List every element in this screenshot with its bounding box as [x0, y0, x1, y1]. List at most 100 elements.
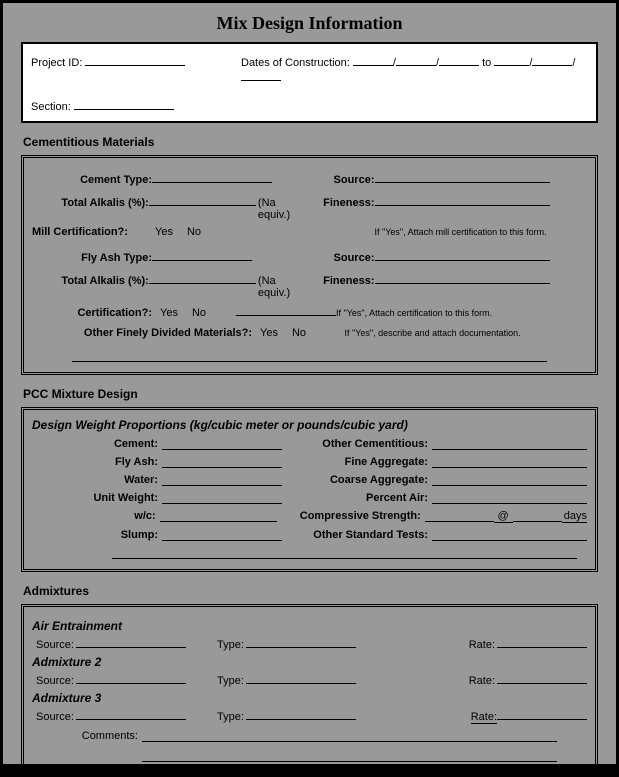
pcc-wc-label: w/c:	[32, 510, 160, 523]
a3-rate-field[interactable]	[497, 708, 587, 720]
cert-note: If "Yes", Attach certification to this f…	[336, 308, 492, 318]
cert-blank[interactable]	[236, 304, 336, 316]
ae-source-label: Source:	[36, 639, 74, 651]
pcc-slump-field[interactable]	[162, 529, 282, 541]
comments-label: Comments:	[32, 730, 142, 742]
fineness-2-label: Fineness:	[310, 275, 375, 287]
pcc-days: days	[562, 510, 587, 523]
a2-type-label: Type:	[217, 675, 244, 687]
cementitious-title: Cementitious Materials	[23, 135, 598, 149]
pcc-title: PCC Mixture Design	[23, 387, 598, 401]
comments-line2[interactable]	[142, 750, 557, 762]
a3-type-field[interactable]	[246, 708, 356, 720]
a2-type-field[interactable]	[246, 672, 356, 684]
section-label: Section:	[31, 101, 71, 113]
form-page: Mix Design Information Project ID: Dates…	[2, 2, 617, 765]
fly-source-label: Source:	[310, 252, 375, 264]
date-to-1[interactable]	[494, 54, 529, 66]
total-alkalis-2-label: Total Alkalis (%):	[32, 275, 149, 287]
other-describe-field[interactable]	[72, 350, 547, 362]
project-id-label: Project ID:	[31, 57, 82, 69]
fly-ash-type-label: Fly Ash Type:	[32, 252, 152, 264]
fineness-2-field[interactable]	[375, 272, 550, 284]
section-field[interactable]	[74, 98, 174, 110]
mill-cert-note: If "Yes", Attach mill certification to t…	[375, 227, 547, 237]
total-alkalis-label: Total Alkalis (%):	[32, 197, 149, 209]
total-alkalis-2-field[interactable]	[149, 272, 256, 284]
a2-rate-field[interactable]	[497, 672, 587, 684]
a2-source-label: Source:	[36, 675, 74, 687]
admixtures-box: Air Entrainment Source: Type: Rate: Admi…	[21, 604, 598, 777]
pcc-wc-field[interactable]	[160, 510, 278, 522]
header-box: Project ID: Dates of Construction: // to…	[21, 42, 598, 123]
pcc-percent-air-label: Percent Air:	[282, 492, 432, 504]
fly-source-field[interactable]	[375, 249, 550, 261]
cert-yes[interactable]: Yes	[160, 307, 178, 319]
pcc-extra-line[interactable]	[112, 547, 577, 559]
a3-rate-label: Rate:	[471, 711, 497, 724]
pcc-box: Design Weight Proportions (kg/cubic mete…	[21, 407, 598, 572]
date-from-2[interactable]	[396, 54, 436, 66]
pcc-fine-aggregate-label: Fine Aggregate:	[282, 456, 432, 468]
other-note: If "Yes", describe and attach documentat…	[345, 328, 521, 338]
total-alkalis-field[interactable]	[149, 194, 256, 206]
pcc-fly-ash-field[interactable]	[162, 456, 282, 468]
ae-rate-label: Rate:	[469, 639, 495, 651]
na-equiv: (Na equiv.)	[258, 197, 310, 221]
pcc-cement-label: Cement:	[32, 438, 162, 450]
ae-source-field[interactable]	[76, 636, 186, 648]
other-yes[interactable]: Yes	[260, 327, 278, 339]
pcc-unit-weight-label: Unit Weight:	[32, 492, 162, 504]
pcc-fine-aggregate-field[interactable]	[432, 456, 587, 468]
admixtures-title: Admixtures	[23, 584, 598, 598]
fineness-label: Fineness:	[310, 197, 375, 209]
ae-rate-field[interactable]	[497, 636, 587, 648]
pcc-other-tests-field[interactable]	[432, 529, 587, 541]
cement-source-field[interactable]	[375, 171, 550, 183]
source-label: Source:	[310, 174, 375, 186]
pcc-percent-air-field[interactable]	[432, 492, 587, 504]
slash: /	[572, 57, 575, 69]
pcc-coarse-aggregate-label: Coarse Aggregate:	[282, 474, 432, 486]
other-finely-label: Other Finely Divided Materials?:	[32, 327, 252, 339]
comments-line1[interactable]	[142, 730, 557, 742]
other-no[interactable]: No	[292, 327, 306, 339]
admixture2-head: Admixture 2	[32, 655, 587, 669]
dates-to: to	[482, 57, 491, 69]
cert-no[interactable]: No	[192, 307, 206, 319]
pcc-fly-ash-label: Fly Ash:	[32, 456, 162, 468]
pcc-water-field[interactable]	[162, 474, 282, 486]
ae-type-label: Type:	[217, 639, 244, 651]
a2-source-field[interactable]	[76, 672, 186, 684]
pcc-design-header: Design Weight Proportions (kg/cubic mete…	[32, 418, 587, 432]
fly-ash-type-field[interactable]	[152, 249, 252, 261]
pcc-other-cementitious-label: Other Cementitious:	[282, 438, 432, 450]
dates-label: Dates of Construction:	[241, 57, 350, 69]
pcc-coarse-aggregate-field[interactable]	[432, 474, 587, 486]
date-to-3[interactable]	[241, 69, 281, 81]
cementitious-box: Cement Type: Source: Total Alkalis (%): …	[21, 155, 598, 375]
a3-source-label: Source:	[36, 711, 74, 723]
pcc-days-field[interactable]	[513, 510, 562, 522]
a2-rate-label: Rate:	[469, 675, 495, 687]
mill-cert-label: Mill Certification?:	[32, 226, 147, 238]
certification-label: Certification?:	[32, 307, 152, 319]
air-entrainment-head: Air Entrainment	[32, 619, 587, 633]
pcc-cement-field[interactable]	[162, 438, 282, 450]
cement-type-field[interactable]	[152, 171, 272, 183]
date-to-2[interactable]	[532, 54, 572, 66]
pcc-other-cementitious-field[interactable]	[432, 438, 587, 450]
date-from-3[interactable]	[439, 54, 479, 66]
mill-cert-yes[interactable]: Yes	[155, 226, 173, 238]
na-equiv-2: (Na equiv.)	[258, 275, 310, 299]
project-id-field[interactable]	[85, 54, 185, 66]
date-from-1[interactable]	[353, 54, 393, 66]
admixture3-head: Admixture 3	[32, 691, 587, 705]
fineness-field[interactable]	[375, 194, 550, 206]
mill-cert-no[interactable]: No	[187, 226, 201, 238]
pcc-slump-label: Slump:	[32, 529, 162, 541]
pcc-compressive-field[interactable]	[425, 510, 494, 522]
a3-source-field[interactable]	[76, 708, 186, 720]
ae-type-field[interactable]	[246, 636, 356, 648]
pcc-unit-weight-field[interactable]	[162, 492, 282, 504]
